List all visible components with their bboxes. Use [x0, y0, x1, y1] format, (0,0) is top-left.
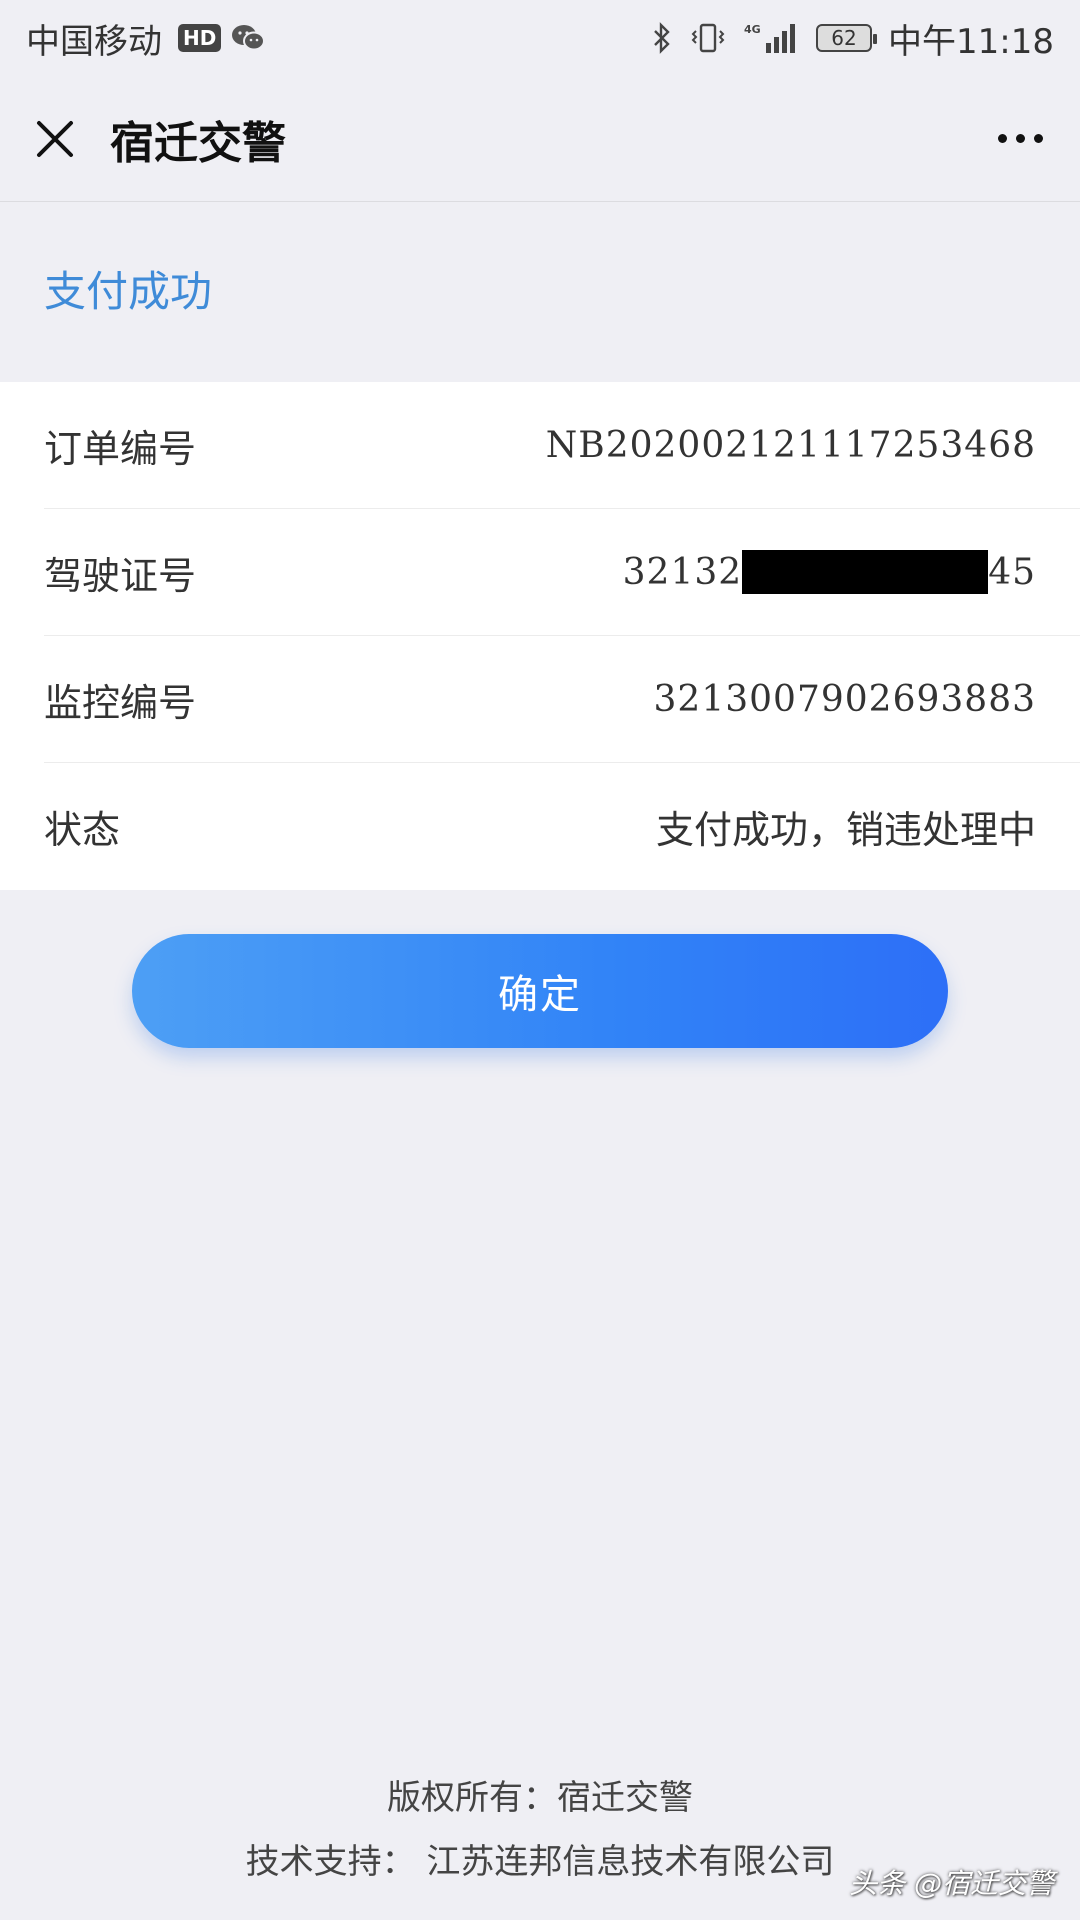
license-number-row: 驾驶证号 32132 45: [44, 509, 1080, 636]
confirm-button[interactable]: 确定: [132, 934, 948, 1048]
network-label: 4G: [744, 23, 761, 36]
status-right: 4G 62 中午11:18: [652, 14, 1054, 63]
order-number-label: 订单编号: [44, 426, 197, 471]
payment-result-page: 中国移动 HD 4G 62 中午11:18 宿迁交警 支付成功 订单编号 NB2…: [0, 0, 1080, 1920]
page-title: 宿迁交警: [110, 117, 286, 169]
vibrate-icon: [688, 22, 728, 54]
footer-copyright: 版权所有：宿迁交警: [387, 1778, 693, 1818]
wechat-icon: [231, 24, 266, 52]
payment-status-title: 支付成功: [44, 267, 213, 316]
more-icon-dot: [1015, 134, 1025, 143]
monitor-number-label: 监控编号: [44, 680, 197, 725]
status-bar: 中国移动 HD 4G 62 中午11:18: [0, 0, 1080, 76]
bluetooth-icon: [652, 22, 672, 54]
order-info-card: 订单编号 NB20200212111725346​8 驾驶证号 32132 45…: [0, 382, 1080, 890]
watermark: 头条 @宿迁交警: [849, 1867, 1054, 1900]
status-row: 状态 支付成功，销违处理中: [44, 763, 1080, 890]
status-value: 支付成功，销违处理中: [655, 808, 1036, 852]
carrier-label: 中国移动: [26, 21, 162, 62]
more-icon-dot: [1033, 134, 1043, 143]
signal-icon: 4G: [744, 21, 800, 55]
clock-label: 中午11:18: [888, 21, 1054, 62]
hd-badge: HD: [178, 24, 222, 52]
more-button[interactable]: [960, 76, 1080, 202]
order-number-row: 订单编号 NB20200212111725346​8: [44, 382, 1080, 509]
status-left: 中国移动 HD: [26, 14, 266, 63]
more-icon: [997, 134, 1007, 143]
license-number-prefix: 32132: [622, 551, 743, 593]
close-button[interactable]: [0, 76, 110, 202]
monitor-number-row: 监控编号 3213007902693883: [44, 636, 1080, 763]
license-number-value: 32132 45: [623, 550, 1036, 594]
redaction-block: [742, 550, 989, 594]
license-number-label: 驾驶证号: [44, 553, 197, 598]
monitor-number-value: 3213007902693883: [653, 678, 1036, 720]
status-label: 状态: [44, 808, 121, 852]
nav-bar: 宿迁交警: [0, 76, 1080, 202]
close-icon: [37, 120, 73, 157]
license-number-suffix: 45: [988, 551, 1036, 593]
battery-icon: 62: [816, 24, 878, 52]
order-number-value: NB20200212111725346​8: [545, 424, 1036, 466]
